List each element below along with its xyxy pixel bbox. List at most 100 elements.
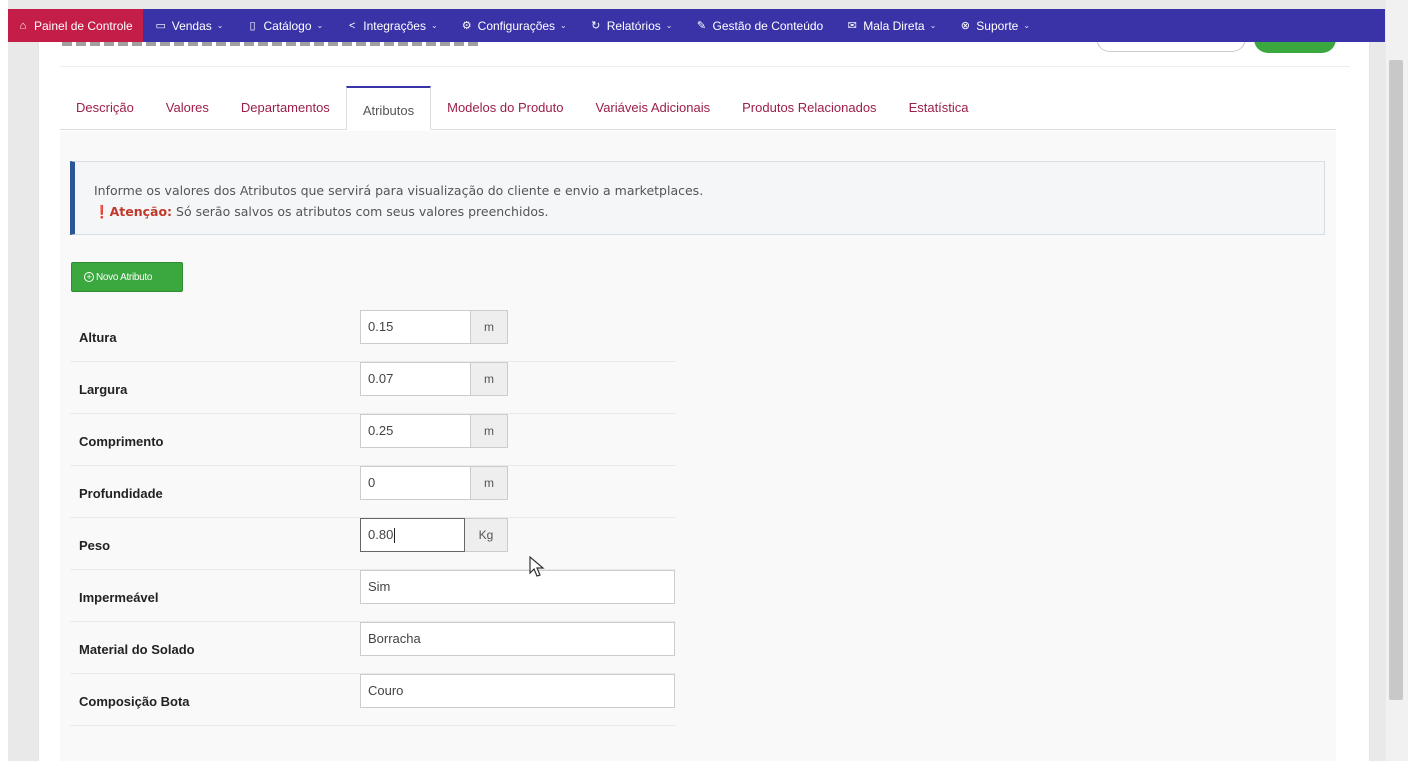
attribute-label: Composição Bota <box>79 694 190 709</box>
plus-circle-icon: + <box>84 272 94 282</box>
tab-atributos[interactable]: Atributos <box>345 86 432 130</box>
nav-item-integra-es[interactable]: < Integrações ⌄ <box>334 9 448 42</box>
new-attribute-button[interactable]: + Novo Atributo <box>71 262 183 292</box>
unit-addon: Kg <box>465 518 508 552</box>
nav-item-vendas[interactable]: ▭ Vendas ⌄ <box>143 9 235 42</box>
nav-item-label: Configurações <box>477 18 556 33</box>
callout-warning: ❗Atenção: Só serão salvos os atributos c… <box>94 201 1324 222</box>
tab-vari-veis-adicionais[interactable]: Variáveis Adicionais <box>579 85 726 129</box>
mouse-cursor-icon <box>529 556 545 577</box>
home-icon: ⌂ <box>19 19 27 32</box>
book-icon: ▯ <box>249 20 256 32</box>
attribute-input-group: 0m <box>360 466 508 500</box>
nav-item-label: Mala Direta <box>863 18 925 33</box>
edit-icon: ✎ <box>696 20 707 32</box>
nav-item-label: Vendas <box>171 18 212 33</box>
attribute-value-input[interactable]: 0.07 <box>360 362 471 396</box>
gear-icon: ⚙ <box>461 20 472 32</box>
new-attribute-label: Novo Atributo <box>96 271 153 283</box>
nav-item-mala-direta[interactable]: ✉ Mala Direta ⌄ <box>834 9 947 42</box>
top-navigation: ⌂ Painel de Controle ▭ Vendas ⌄ ▯ Catálogo ⌄ < In… <box>8 9 1385 42</box>
nav-item-label: Relatórios <box>606 18 661 33</box>
attribute-value-input[interactable]: Sim <box>360 570 675 604</box>
attribute-value-input[interactable]: Couro <box>360 674 675 708</box>
attribute-row: Peso 0.80 Kg <box>70 518 676 570</box>
attribute-input-group: 0.80 Kg <box>360 518 508 552</box>
attribute-label: Comprimento <box>79 434 164 449</box>
nav-item-suporte[interactable]: ⊗ Suporte ⌄ <box>947 9 1041 42</box>
share-icon: < <box>349 19 356 32</box>
info-callout: Informe os valores dos Atributos que ser… <box>70 161 1325 235</box>
attribute-value: 0.15 <box>368 319 394 334</box>
nav-item-cat-logo[interactable]: ▯ Catálogo ⌄ <box>234 9 334 42</box>
attribute-label: Profundidade <box>79 486 163 501</box>
unit-addon: m <box>471 466 508 500</box>
header-divider <box>60 66 1350 67</box>
attribute-label: Altura <box>79 330 117 345</box>
text-caret <box>394 528 396 544</box>
attribute-row: Profundidade 0 m <box>70 466 676 518</box>
attribute-row: Composição Bota Couro <box>70 674 676 726</box>
nav-item-label: Painel de Controle <box>34 18 133 33</box>
callout-text: Informe os valores dos Atributos que ser… <box>94 183 704 198</box>
tab-descri-o[interactable]: Descrição <box>60 85 150 129</box>
tab-estat-stica[interactable]: Estatística <box>893 85 985 129</box>
attribute-row: Largura 0.07 m <box>70 362 676 414</box>
chevron-down-icon: ⌄ <box>316 21 324 30</box>
exclamation-icon: ❗ <box>94 204 110 219</box>
page-gutter <box>0 0 8 761</box>
nav-item-relat-rios[interactable]: ↻ Relatórios ⌄ <box>578 9 684 42</box>
tab-valores[interactable]: Valores <box>150 85 225 129</box>
scrollbar-thumb[interactable] <box>1389 60 1403 700</box>
nav-item-configura-es[interactable]: ⚙ Configurações ⌄ <box>449 9 578 42</box>
scrollbar[interactable] <box>1386 0 1408 761</box>
chevron-down-icon: ⌄ <box>430 21 438 30</box>
attribute-row: Altura 0.15 m <box>70 310 676 362</box>
attribute-row: Impermeável Sim <box>70 570 676 622</box>
nav-item-label: Suporte <box>976 18 1019 33</box>
chevron-down-icon: ⌄ <box>665 21 673 30</box>
nav-item-label: Gestão de Conteúdo <box>712 18 824 33</box>
attribute-value-input[interactable]: Borracha <box>360 622 675 656</box>
attribute-row: Comprimento 0.25 m <box>70 414 676 466</box>
chevron-down-icon: ⌄ <box>1023 21 1031 30</box>
tab-departamentos[interactable]: Departamentos <box>225 85 346 129</box>
attribute-row: Material do Solado Borracha <box>70 622 676 674</box>
inbox-icon: ▭ <box>155 20 166 32</box>
attribute-value-input[interactable]: 0.80 <box>360 518 465 552</box>
attribute-value: 0.07 <box>368 371 394 386</box>
attribute-label: Impermeável <box>79 590 159 605</box>
attribute-input-group: 0.07 m <box>360 362 508 396</box>
attribute-label: Largura <box>79 382 128 397</box>
nav-item-label: Catálogo <box>263 18 312 33</box>
attribute-value-input[interactable]: 0 <box>360 466 471 500</box>
attribute-value-input[interactable]: 0.25 <box>360 414 471 448</box>
chevron-down-icon: ⌄ <box>929 21 937 30</box>
attribute-value: 0.80 <box>368 527 394 542</box>
attribute-input-group: 0.15 m <box>360 310 508 344</box>
nav-item-painel-de-controle[interactable]: ⌂ Painel de Controle <box>8 9 143 42</box>
nav-item-gest-o-de-conte-do[interactable]: ✎ Gestão de Conteúdo <box>683 9 834 42</box>
attribute-value-input[interactable]: 0.15 <box>360 310 471 344</box>
chevron-down-icon: ⌄ <box>560 21 567 30</box>
warning-label: Atenção: <box>109 204 173 219</box>
chevron-down-icon: ⌄ <box>216 21 224 30</box>
product-tabs: Descrição Valores Departamentos Atributos Mo… <box>60 86 1336 130</box>
attribute-value: 0.25 <box>368 423 394 438</box>
warning-text: Só serão salvos os atributos com seus va… <box>176 204 549 219</box>
attribute-input-group: Couro <box>360 674 675 708</box>
attribute-value: 0 <box>368 475 376 490</box>
attribute-label: Material do Solado <box>79 642 195 657</box>
tab-modelos-do-produto[interactable]: Modelos do Produto <box>431 85 579 129</box>
support-icon: ⊗ <box>960 20 970 32</box>
unit-addon: m <box>471 414 508 448</box>
attribute-input-group: 0.25 m <box>360 414 508 448</box>
tab-produtos-relacionados[interactable]: Produtos Relacionados <box>726 85 892 129</box>
attribute-input-group: Borracha <box>360 622 675 656</box>
history-icon: ↻ <box>591 20 601 32</box>
nav-item-label: Integrações <box>363 18 426 33</box>
attribute-input-group: Sim <box>360 570 675 604</box>
attribute-label: Peso <box>79 538 111 553</box>
unit-addon: m <box>471 310 508 344</box>
unit-addon: m <box>471 362 508 396</box>
